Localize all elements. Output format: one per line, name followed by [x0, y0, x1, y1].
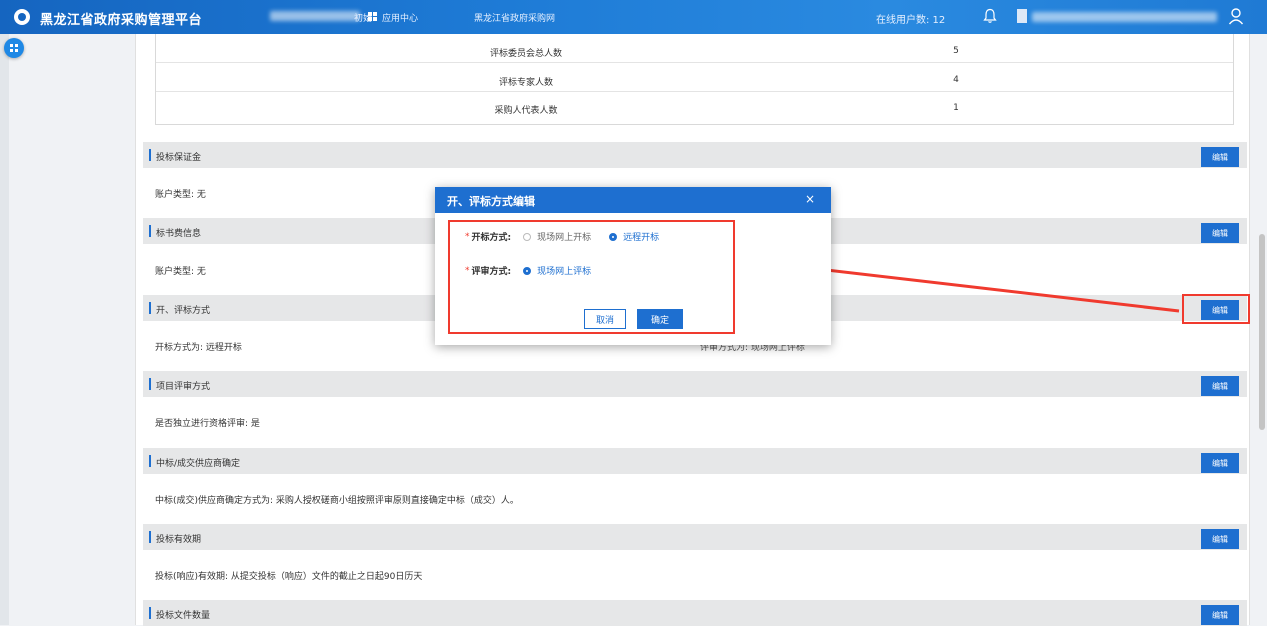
section-title: 投标文件数量 [156, 611, 211, 621]
table-row: 评标专家人数 4 [156, 69, 1233, 92]
section-body-bid-validity: 投标(响应)有效期: 从提交投标（响应）文件的截止之日起90日历天 [155, 572, 423, 582]
section-title: 开、评标方式 [156, 306, 211, 316]
edit-button-project-review[interactable]: 编辑 [1201, 376, 1239, 396]
section-accent-bar [149, 225, 151, 237]
section-accent-bar [149, 302, 151, 314]
online-users-count: 在线用户数: 12 [876, 15, 946, 26]
section-title: 标书费信息 [156, 229, 202, 239]
section-accent-bar [149, 149, 151, 161]
table-cell-value: 1 [953, 103, 959, 113]
table-cell-label: 评标委员会总人数 [489, 49, 562, 59]
menu-grid-icon-dot [15, 44, 18, 47]
table-cell-value: 5 [953, 46, 959, 56]
section-title: 投标保证金 [156, 153, 202, 163]
table-row: 采购人代表人数 1 [156, 97, 1233, 119]
section-body-project-review: 是否独立进行资格评审: 是 [155, 419, 260, 429]
app-center-link[interactable]: 应用中心 [382, 11, 418, 24]
section-header-bid-bond: 投标保证金 [143, 142, 1247, 168]
edit-button-bid-bond[interactable]: 编辑 [1201, 147, 1239, 167]
edit-button-bid-docs[interactable]: 编辑 [1201, 605, 1239, 625]
modal-title: 开、评标方式编辑 [447, 195, 535, 208]
edit-button-winner-confirm[interactable]: 编辑 [1201, 453, 1239, 473]
user-icon[interactable] [1228, 7, 1244, 25]
committee-table: 评标委员会总人数 5 评标专家人数 4 采购人代表人数 1 [155, 34, 1234, 125]
menu-grid-button[interactable] [4, 38, 24, 58]
edit-button-bid-validity[interactable]: 编辑 [1201, 529, 1239, 549]
close-icon[interactable]: × [805, 192, 815, 206]
menu-grid-icon-dot [15, 49, 18, 52]
bell-icon[interactable] [983, 8, 997, 24]
document-icon[interactable] [1017, 9, 1027, 23]
section-body-winner-confirm: 中标(成交)供应商确定方式为: 采购人授权磋商小组按照评审原则直接确定中标（成交… [155, 496, 519, 506]
table-row: 评标委员会总人数 5 [156, 40, 1233, 63]
section-body-bid-bond: 账户类型: 无 [155, 190, 206, 200]
redacted-nav-block [270, 11, 360, 21]
section-accent-bar [149, 531, 151, 543]
procurement-site-link[interactable]: 黑龙江省政府采购网 [474, 11, 555, 24]
section-body-tender-fee: 账户类型: 无 [155, 267, 206, 277]
page-scrollbar[interactable] [1259, 234, 1265, 430]
section-body-open-eval: 开标方式为: 远程开标 [155, 343, 242, 353]
platform-logo-icon [14, 9, 30, 25]
section-accent-bar [149, 455, 151, 467]
section-accent-bar [149, 607, 151, 619]
menu-grid-icon [10, 44, 13, 47]
table-cell-value: 4 [953, 75, 959, 85]
redacted-user-block [1032, 12, 1217, 22]
annotation-box-edit-button [1182, 294, 1250, 324]
annotation-box-modal-form [448, 220, 735, 334]
app-center-icon [368, 12, 377, 21]
section-title: 投标有效期 [156, 535, 202, 545]
section-header-bid-docs: 投标文件数量 [143, 600, 1247, 626]
table-cell-label: 评标专家人数 [498, 78, 553, 88]
section-title: 项目评审方式 [156, 382, 211, 392]
modal-header: 开、评标方式编辑 × [435, 187, 831, 213]
menu-grid-icon-dot [10, 49, 13, 52]
section-accent-bar [149, 378, 151, 390]
section-header-project-review: 项目评审方式 [143, 371, 1247, 397]
section-header-winner-confirm: 中标/成交供应商确定 [143, 448, 1247, 474]
table-cell-label: 采购人代表人数 [494, 106, 558, 116]
section-title: 中标/成交供应商确定 [156, 459, 241, 469]
left-rail [0, 34, 9, 625]
app-title: 黑龙江省政府采购管理平台 [40, 13, 203, 28]
top-bar: 黑龙江省政府采购管理平台 初始 应用中心 黑龙江省政府采购网 在线用户数: 12 [0, 0, 1267, 34]
edit-button-tender-fee[interactable]: 编辑 [1201, 223, 1239, 243]
section-header-bid-validity: 投标有效期 [143, 524, 1247, 550]
